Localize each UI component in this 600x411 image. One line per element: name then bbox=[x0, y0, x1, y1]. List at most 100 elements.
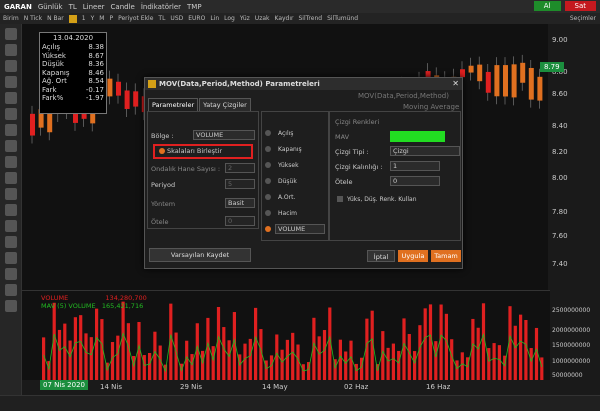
toolbar-item[interactable]: Periyot Ekle bbox=[118, 15, 153, 22]
tool-icon[interactable] bbox=[5, 156, 17, 168]
color-checkbox[interactable] bbox=[337, 196, 343, 202]
source-radio[interactable] bbox=[265, 130, 271, 136]
bottom-bar bbox=[0, 395, 600, 411]
toolbar-item[interactable]: USD bbox=[170, 15, 183, 22]
volume-bar bbox=[540, 357, 544, 381]
line-width-field[interactable]: 1 bbox=[390, 161, 440, 171]
source-open-label: Açılış bbox=[278, 130, 294, 137]
source-radio-selected[interactable] bbox=[265, 226, 271, 232]
tool-icon[interactable] bbox=[5, 140, 17, 152]
volume-bar bbox=[354, 363, 358, 381]
toolbar-item[interactable]: N Bar bbox=[47, 15, 64, 22]
info-label: Açılış bbox=[42, 43, 60, 51]
offset-label: Ötele bbox=[151, 218, 169, 226]
toolbar-icon[interactable] bbox=[68, 14, 77, 23]
source-radio[interactable] bbox=[265, 194, 271, 200]
method-select[interactable]: Basit bbox=[225, 198, 255, 208]
candle-body bbox=[503, 65, 508, 97]
toolbar-item[interactable]: EURO bbox=[188, 15, 205, 22]
volume-bar bbox=[132, 355, 136, 381]
line-type-select[interactable]: Çizgi bbox=[390, 146, 460, 156]
toolbar-item[interactable]: M bbox=[99, 15, 104, 22]
toolbar-item[interactable]: Uzak bbox=[255, 15, 270, 22]
tool-icon[interactable] bbox=[5, 92, 17, 104]
tool-icon[interactable] bbox=[5, 252, 17, 264]
tool-icon[interactable] bbox=[5, 124, 17, 136]
tool-icon[interactable] bbox=[5, 44, 17, 56]
volume-bar bbox=[280, 349, 284, 381]
y-tick: 7.40 bbox=[552, 260, 568, 268]
tool-icon[interactable] bbox=[5, 268, 17, 280]
toolbar-item[interactable]: Birim bbox=[3, 15, 19, 22]
legend-mav-value: 165,421,716 bbox=[101, 302, 144, 310]
sell-button[interactable]: Sat bbox=[564, 1, 596, 11]
currency-selector[interactable]: TL bbox=[69, 3, 77, 11]
toolbar-item[interactable]: P bbox=[109, 15, 113, 22]
volume-bar bbox=[163, 364, 168, 381]
tool-icon[interactable] bbox=[5, 220, 17, 232]
tab-parameters[interactable]: Parametreler bbox=[148, 98, 199, 112]
offset-field[interactable]: 0 bbox=[225, 216, 255, 226]
period-selector[interactable]: Günlük bbox=[38, 3, 63, 11]
decimals-field[interactable]: 2 bbox=[225, 163, 255, 173]
candle-body bbox=[485, 71, 491, 93]
ok-button[interactable]: Tamam bbox=[431, 250, 461, 262]
mav-color-swatch[interactable] bbox=[390, 131, 445, 142]
toolbar-item[interactable]: TL bbox=[158, 15, 165, 22]
secondary-toolbar: Birim N Tick N Bar 1 Y M P Periyot Ekle … bbox=[0, 13, 600, 24]
period-field[interactable]: 5 bbox=[225, 179, 255, 189]
tab-horizontal-lines[interactable]: Yatay Çizgiler bbox=[199, 98, 251, 112]
tool-icon[interactable] bbox=[5, 76, 17, 88]
tool-icon[interactable] bbox=[5, 28, 17, 40]
method-label: Yöntem bbox=[151, 200, 176, 208]
buy-button[interactable]: Al bbox=[533, 1, 561, 11]
toolbar-item[interactable]: N Tick bbox=[24, 15, 42, 22]
tool-icon[interactable] bbox=[5, 204, 17, 216]
volume-bar bbox=[413, 351, 417, 381]
toolbar-item[interactable]: SilTumünd bbox=[327, 15, 358, 22]
source-radio[interactable] bbox=[265, 178, 271, 184]
tool-icon[interactable] bbox=[5, 236, 17, 248]
tool-icon[interactable] bbox=[5, 60, 17, 72]
info-label: Yüksek bbox=[42, 51, 66, 60]
line-mode-button[interactable]: Lineer bbox=[83, 3, 105, 11]
offset2-label: Ötele bbox=[335, 178, 353, 186]
toolbar-item[interactable]: Kaydır bbox=[275, 15, 294, 22]
line-type-label: Çizgi Tipi : bbox=[335, 148, 369, 156]
candle-body bbox=[477, 64, 483, 82]
tmp-button[interactable]: TMP bbox=[187, 3, 202, 11]
candle-mode-button[interactable]: Candle bbox=[111, 3, 135, 11]
tool-icon[interactable] bbox=[5, 284, 17, 296]
price-axis: 9.00 8.80 8.60 8.40 8.20 8.00 7.80 7.60 … bbox=[548, 24, 600, 411]
volume-bar bbox=[63, 323, 67, 381]
tool-icon[interactable] bbox=[5, 172, 17, 184]
toolbar-item[interactable]: SilTrend bbox=[299, 15, 323, 22]
close-icon[interactable]: ✕ bbox=[452, 78, 459, 90]
symbol-selector[interactable]: GARAN bbox=[4, 3, 32, 11]
source-select[interactable]: VOLUME bbox=[275, 224, 325, 234]
indicators-button[interactable]: İndikatörler bbox=[141, 3, 181, 11]
save-default-button[interactable]: Varsayılan Kaydet bbox=[149, 248, 251, 262]
info-label: Fark% bbox=[42, 94, 64, 102]
volume-bar bbox=[206, 317, 210, 381]
toolbar-item[interactable]: Log bbox=[224, 15, 235, 22]
source-radio[interactable] bbox=[265, 162, 271, 168]
tool-icon[interactable] bbox=[5, 188, 17, 200]
toolbar-item[interactable]: Yüz bbox=[240, 15, 250, 22]
selections-button[interactable]: Seçimler bbox=[570, 15, 596, 22]
toolbar-item[interactable]: 1 bbox=[82, 15, 86, 22]
toolbar-item[interactable]: Lin bbox=[210, 15, 219, 22]
source-radio[interactable] bbox=[265, 210, 271, 216]
tool-icon[interactable] bbox=[5, 108, 17, 120]
source-radio[interactable] bbox=[265, 146, 271, 152]
dialog-title-bar[interactable]: MOV(Data,Period,Method) Parametreleri ✕ bbox=[145, 78, 462, 90]
tool-icon[interactable] bbox=[5, 300, 17, 312]
cancel-button[interactable]: İptal bbox=[367, 250, 395, 262]
legend-volume: VOLUME bbox=[41, 294, 69, 302]
offset2-field[interactable]: 0 bbox=[390, 176, 440, 186]
info-label: Kapanış bbox=[42, 68, 70, 77]
toolbar-item[interactable]: Y bbox=[91, 15, 95, 22]
region-select[interactable]: VOLUME bbox=[193, 130, 255, 140]
apply-button[interactable]: Uygula bbox=[398, 250, 428, 262]
volume-bar bbox=[137, 322, 141, 381]
